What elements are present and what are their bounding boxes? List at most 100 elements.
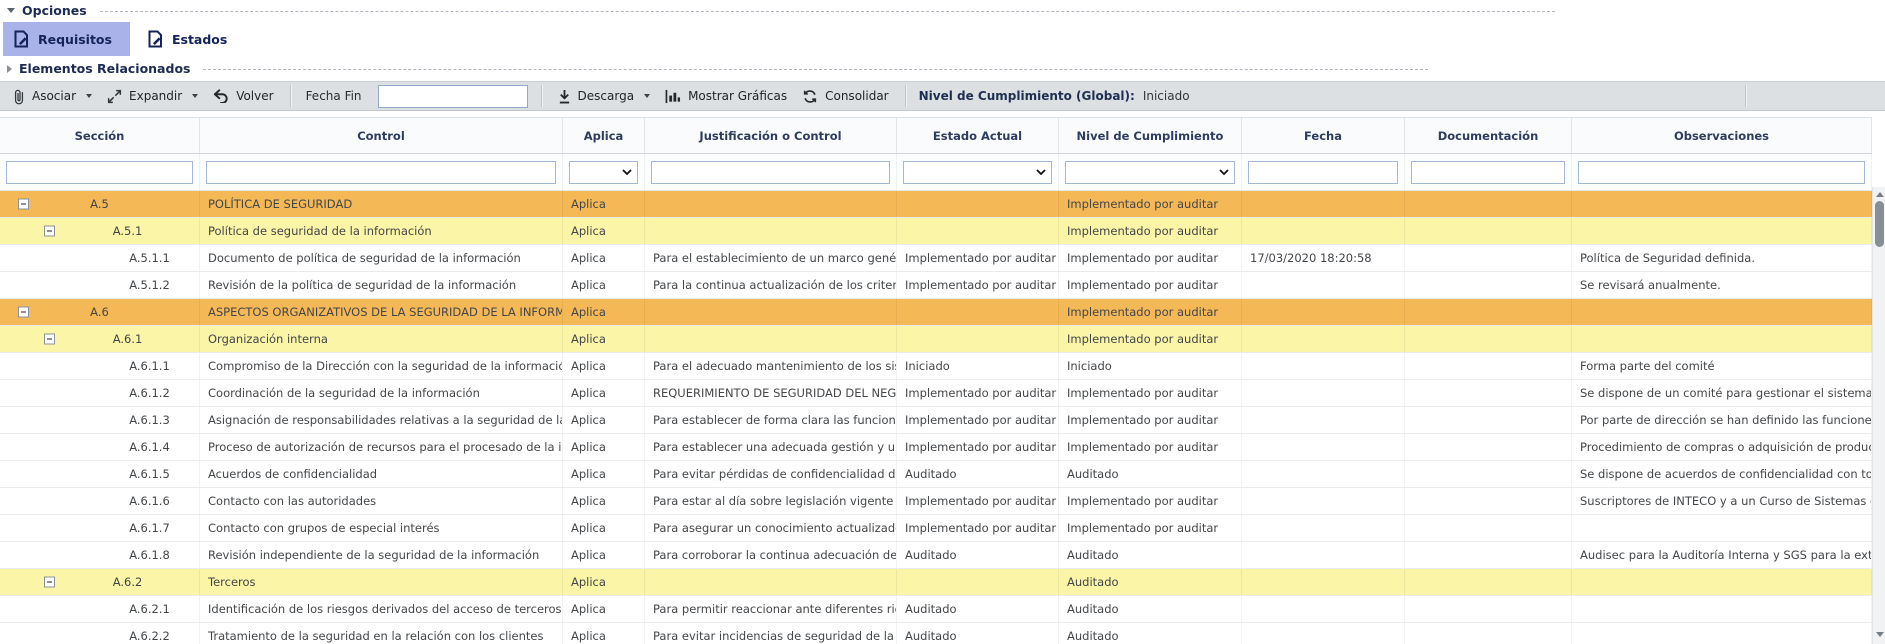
descarga-label: Descarga xyxy=(578,89,635,103)
table-row[interactable]: A.6.1Organización internaAplicaImplement… xyxy=(0,326,1872,353)
cell-observaciones: Política de Seguridad definida. xyxy=(1572,245,1872,271)
cell-control: Coordinación de la seguridad de la infor… xyxy=(200,380,563,406)
justificacion-filter-input[interactable] xyxy=(651,161,890,184)
cell-justificacion xyxy=(645,569,897,595)
cell-estado_actual: Implementado por auditar xyxy=(897,488,1059,514)
cell-nivel_cumplimiento: Implementado por auditar xyxy=(1059,218,1242,244)
column-header[interactable]: Nivel de Cumplimiento xyxy=(1059,118,1242,153)
cell-estado_actual: Auditado xyxy=(897,623,1059,644)
table-row[interactable]: A.6.1.3Asignación de responsabilidades r… xyxy=(0,407,1872,434)
cell-nivel_cumplimiento: Implementado por auditar xyxy=(1059,191,1242,217)
expandir-button[interactable]: Expandir xyxy=(104,89,201,104)
column-header[interactable]: Estado Actual xyxy=(897,118,1059,153)
cell-justificacion: Para la continua actualización de los cr… xyxy=(645,272,897,298)
collapse-right-icon[interactable] xyxy=(7,65,12,73)
cell-observaciones: Suscriptores de INTECO y a un Curso de S… xyxy=(1572,488,1872,514)
descarga-button[interactable]: Descarga xyxy=(555,89,654,104)
cell-seccion: A.5.1.2 xyxy=(0,272,200,298)
cell-aplica: Aplica xyxy=(563,272,645,298)
mostrar-graficas-button[interactable]: Mostrar Gráficas xyxy=(662,89,790,104)
collapse-expander-icon[interactable] xyxy=(44,334,55,345)
cell-seccion: A.5 xyxy=(0,191,200,217)
collapse-down-icon[interactable] xyxy=(7,8,15,13)
table-row[interactable]: A.6ASPECTOS ORGANIZATIVOS DE LA SEGURIDA… xyxy=(0,299,1872,326)
table-row[interactable]: A.6.1.1Compromiso de la Dirección con la… xyxy=(0,353,1872,380)
toolbar-separator xyxy=(290,85,291,107)
cell-aplica: Aplica xyxy=(563,380,645,406)
cell-documentacion xyxy=(1405,326,1572,352)
cell-aplica: Aplica xyxy=(563,515,645,541)
table-row[interactable]: A.6.1.7Contacto con grupos de especial i… xyxy=(0,515,1872,542)
collapse-expander-icon[interactable] xyxy=(18,307,29,318)
column-header[interactable]: Sección xyxy=(0,118,200,153)
cell-seccion: A.6 xyxy=(0,299,200,325)
table-row[interactable]: A.6.1.5Acuerdos de confidencialidadAplic… xyxy=(0,461,1872,488)
table-row[interactable]: A.5.1Política de seguridad de la informa… xyxy=(0,218,1872,245)
volver-button[interactable]: Volver xyxy=(210,89,276,103)
dashed-divider xyxy=(203,69,1428,70)
column-header[interactable]: Aplica xyxy=(563,118,645,153)
collapse-expander-icon[interactable] xyxy=(18,199,29,210)
seccion-filter-input[interactable] xyxy=(6,161,193,184)
table-row[interactable]: A.5.1.1Documento de política de segurida… xyxy=(0,245,1872,272)
cell-estado_actual: Auditado xyxy=(897,542,1059,568)
table-row[interactable]: A.6.2.1Identificación de los riesgos der… xyxy=(0,596,1872,623)
documentacion-filter-input[interactable] xyxy=(1411,161,1565,184)
fecha-fin-input[interactable] xyxy=(378,85,528,108)
collapse-expander-icon[interactable] xyxy=(44,577,55,588)
table-row[interactable]: A.6.2.2Tratamiento de la seguridad en la… xyxy=(0,623,1872,644)
refresh-icon xyxy=(802,89,818,104)
table-row[interactable]: A.6.2TercerosAplicaAuditado xyxy=(0,569,1872,596)
cell-fecha xyxy=(1242,407,1405,433)
cell-nivel_cumplimiento: Implementado por auditar xyxy=(1059,380,1242,406)
tab-requisitos[interactable]: Requisitos xyxy=(3,22,130,56)
cell-fecha xyxy=(1242,542,1405,568)
cell-seccion: A.6.2.1 xyxy=(0,596,200,622)
table-row[interactable]: A.5.1.2Revisión de la política de seguri… xyxy=(0,272,1872,299)
observaciones-filter-input[interactable] xyxy=(1578,161,1865,184)
aplica-filter-select[interactable] xyxy=(569,161,638,184)
cell-nivel_cumplimiento: Auditado xyxy=(1059,623,1242,644)
filter-cell xyxy=(200,154,563,190)
column-header[interactable]: Documentación xyxy=(1405,118,1572,153)
asociar-button[interactable]: Asociar xyxy=(10,88,95,105)
seccion-label: A.6.1.8 xyxy=(29,548,170,562)
estado_actual-filter-select[interactable] xyxy=(903,161,1052,184)
cell-observaciones xyxy=(1572,299,1872,325)
table-row[interactable]: A.6.1.6Contacto con las autoridadesAplic… xyxy=(0,488,1872,515)
controls-grid: SecciónControlAplicaJustificación o Cont… xyxy=(0,117,1872,644)
scrollbar-thumb[interactable] xyxy=(1875,201,1884,247)
cell-fecha xyxy=(1242,326,1405,352)
opciones-panel-header: Opciones xyxy=(0,2,1885,19)
seccion-label: A.6.2.2 xyxy=(29,629,170,643)
fecha-filter-input[interactable] xyxy=(1248,161,1398,184)
table-row[interactable]: A.5POLÍTICA DE SEGURIDADAplicaImplementa… xyxy=(0,191,1872,218)
cell-observaciones xyxy=(1572,191,1872,217)
cell-observaciones: Audisec para la Auditoría Interna y SGS … xyxy=(1572,542,1872,568)
tab-estados[interactable]: Estados xyxy=(137,22,245,56)
control-filter-input[interactable] xyxy=(206,161,556,184)
collapse-expander-icon[interactable] xyxy=(44,226,55,237)
table-row[interactable]: A.6.1.8Revisión independiente de la segu… xyxy=(0,542,1872,569)
cell-observaciones: Procedimiento de compras o adquisición d… xyxy=(1572,434,1872,460)
scroll-down-arrow-icon[interactable] xyxy=(1876,632,1884,637)
cell-nivel_cumplimiento: Implementado por auditar xyxy=(1059,515,1242,541)
consolidar-button[interactable]: Consolidar xyxy=(799,89,892,104)
column-header[interactable]: Observaciones xyxy=(1572,118,1872,153)
seccion-label: A.5.1.2 xyxy=(29,278,170,292)
scroll-up-arrow-icon[interactable] xyxy=(1876,192,1884,197)
nivel_cumplimiento-filter-select[interactable] xyxy=(1065,161,1235,184)
cell-fecha: 17/03/2020 18:20:58 xyxy=(1242,245,1405,271)
column-header[interactable]: Fecha xyxy=(1242,118,1405,153)
cell-documentacion xyxy=(1405,353,1572,379)
vertical-scrollbar[interactable] xyxy=(1872,187,1885,644)
cell-fecha xyxy=(1242,515,1405,541)
table-row[interactable]: A.6.1.2Coordinación de la seguridad de l… xyxy=(0,380,1872,407)
table-row[interactable]: A.6.1.4Proceso de autorización de recurs… xyxy=(0,434,1872,461)
column-header[interactable]: Justificación o Control xyxy=(645,118,897,153)
column-header[interactable]: Control xyxy=(200,118,563,153)
toolbar: Asociar Expandir Volver Fecha Fin xyxy=(0,81,1885,111)
filter-cell xyxy=(1242,154,1405,190)
grid-filter-row xyxy=(0,154,1872,191)
seccion-label: A.6.1.7 xyxy=(29,521,170,535)
